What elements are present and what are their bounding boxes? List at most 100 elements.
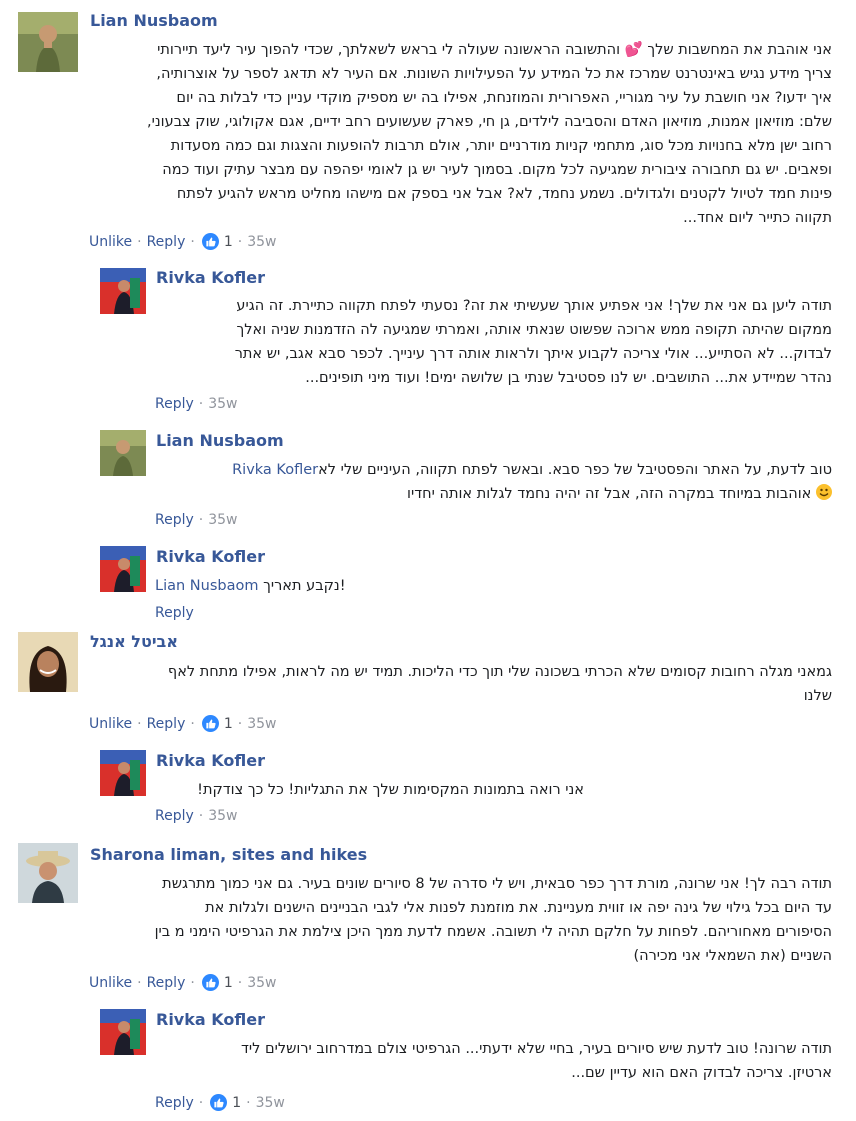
comment-text: Lian Nusbaom נקבע תאריך! — [155, 574, 415, 598]
avatar[interactable] — [100, 268, 146, 314]
avatar-lian — [100, 430, 146, 476]
avatar-rivka — [100, 1009, 146, 1055]
reply-link[interactable]: Reply — [155, 605, 194, 621]
comment-line: עד היום בכל גילוי של גינה יפה או זווית מ… — [205, 900, 832, 916]
unlike-link[interactable]: Unlike — [89, 234, 132, 250]
avatar[interactable] — [100, 750, 146, 796]
avatar[interactable] — [18, 12, 78, 72]
comment-actions: Reply · 35w — [155, 808, 238, 824]
reply-link[interactable]: Reply — [155, 396, 194, 412]
mention-link[interactable]: Lian Nusbaom — [155, 578, 258, 594]
comment-line: Lian Nusbaom נקבע תאריך! — [155, 574, 415, 598]
unlike-link[interactable]: Unlike — [89, 716, 132, 732]
actions-clip: Reply — [150, 600, 350, 622]
comment-line: טוב לדעת, על האתר והפסטיבל של כפר סבא. ו… — [152, 458, 832, 482]
avatar-lian — [18, 12, 78, 72]
comment-line: ארטיזן. צריכה לבדוק האם הוא עדיין שם... — [571, 1065, 832, 1081]
comment-line: איך ידעו? אני חושבת על עיר מגוריי, האפרו… — [176, 90, 832, 106]
unlike-link[interactable]: Unlike — [89, 975, 132, 991]
comment-line: הסיפורים מאחוריהם. לפחות על חלקם תהיה לי… — [154, 924, 832, 940]
timestamp[interactable]: 35w — [208, 512, 237, 528]
comment-actions: Reply — [155, 605, 194, 621]
avatar-rivka — [100, 546, 146, 592]
comment-line: אני אוהבת את המחשבות שלך 💕 והתשובה הראשו… — [157, 42, 832, 58]
comment-line: צריך מידע נגיש באינטרנט שמרכז את כל המיד… — [156, 66, 832, 82]
comment-line: תודה שרונה! טוב לדעת שיש סיורים בעיר, בח… — [240, 1041, 832, 1057]
avatar[interactable] — [100, 1009, 146, 1055]
author-name[interactable]: Lian Nusbaom — [90, 11, 218, 30]
avatar-avital — [18, 632, 78, 692]
comment-line: ופאבים. יש גם תחבורה ציבורית שמגיעה לכל … — [162, 162, 832, 178]
author-name[interactable]: Sharona liman, sites and hikes — [90, 845, 367, 864]
comment-text: תודה רבה לך! אני שרונה, מורת דרך כפר סבא… — [88, 872, 832, 968]
comment-text: תודה שרונה! טוב לדעת שיש סיורים בעיר, בח… — [152, 1037, 832, 1085]
reaction-count[interactable]: 1 — [201, 715, 233, 732]
author-name[interactable]: אביטל אנגל — [90, 632, 178, 651]
like-count: 1 — [223, 233, 233, 250]
comment-line: שלנו — [803, 688, 832, 704]
like-count: 1 — [223, 974, 233, 991]
comment-actions: Unlike · Reply · 1 · 35w — [89, 715, 277, 732]
comment-text: טוב לדעת, על האתר והפסטיבל של כפר סבא. ו… — [152, 458, 832, 506]
comment-line: תודה רבה לך! אני שרונה, מורת דרך כפר סבא… — [162, 876, 832, 892]
reaction-count[interactable]: 1 — [201, 233, 233, 250]
reply-link[interactable]: Reply — [155, 808, 194, 824]
author-name[interactable]: Rivka Kofler — [156, 751, 265, 770]
like-count: 1 — [232, 1094, 242, 1111]
timestamp[interactable]: 35w — [247, 975, 276, 991]
comment-line: שלם: מוזיאון אמנות, מוזיאון האדם והסביבה… — [147, 114, 832, 130]
like-count: 1 — [223, 715, 233, 732]
comment-line: רחוב ישן מלא בחנויות מכל סוג, מתחמי קניו… — [170, 138, 832, 154]
reply-link[interactable]: Reply — [155, 1095, 194, 1111]
comment-line: אוהבות במיוחד במקרה הזה, אבל זה יהיה נחמ… — [152, 482, 832, 506]
like-thumb-icon — [201, 233, 219, 250]
timestamp[interactable]: 35w — [247, 234, 276, 250]
reply-link[interactable]: Reply — [147, 975, 186, 991]
reply-link[interactable]: Reply — [155, 512, 194, 528]
author-name[interactable]: Rivka Kofler — [156, 268, 265, 287]
like-thumb-icon — [201, 715, 219, 732]
timestamp[interactable]: 35w — [208, 396, 237, 412]
reply-link[interactable]: Reply — [147, 234, 186, 250]
comment-line: גמאני מגלה רחובות קסומים שלא הכרתי בשכונ… — [167, 664, 832, 680]
comment-actions: Unlike · Reply · 1 · 35w — [89, 233, 277, 250]
avatar[interactable] — [100, 546, 146, 592]
avatar-rivka — [100, 750, 146, 796]
comment-text: תודה ליען גם אני את שלך! אני אפתיע אותך … — [152, 294, 832, 390]
comment-line: לבדוק... לא הסתייע... אולי צריכה לקבוע א… — [234, 346, 832, 362]
avatar-rivka — [100, 268, 146, 314]
comment-actions: Reply · 35w — [155, 396, 238, 412]
comment-line: פינות חמד לטיול לקטנים ולגדולים. נשמע נח… — [176, 186, 832, 202]
comment-text-part: טוב לדעת, על האתר והפסטיבל של כפר סבא. ו… — [318, 462, 832, 478]
reply-link[interactable]: Reply — [147, 716, 186, 732]
avatar[interactable] — [18, 632, 78, 692]
comment-text: גמאני מגלה רחובות קסומים שלא הכרתי בשכונ… — [88, 660, 832, 708]
timestamp[interactable]: 35w — [256, 1095, 285, 1111]
comment-actions: Unlike · Reply · 1 · 35w — [89, 974, 277, 991]
timestamp[interactable]: 35w — [208, 808, 237, 824]
mention-link[interactable]: Rivka Kofler — [232, 462, 318, 478]
reaction-count[interactable]: 1 — [201, 974, 233, 991]
timestamp[interactable]: 35w — [247, 716, 276, 732]
comment-line: אני רואה בתמונות המקסימות שלך את התגליות… — [197, 782, 584, 798]
smile-emoji-icon — [816, 484, 832, 500]
comment-line: השניים (את השמאלי אני מכירה) — [633, 948, 832, 964]
like-thumb-icon — [210, 1094, 228, 1111]
avatar[interactable] — [18, 843, 78, 903]
avatar-sharona — [18, 843, 78, 903]
avatar[interactable] — [100, 430, 146, 476]
comment-actions: Reply · 35w — [155, 512, 238, 528]
comment-text: אני אוהבת את המחשבות שלך 💕 והתשובה הראשו… — [88, 38, 832, 230]
author-name[interactable]: Rivka Kofler — [156, 547, 265, 566]
comment-actions: Reply · 1 · 35w — [155, 1094, 285, 1111]
comment-line: ממקום שהיתה תקופה ממש ארוכה שפשוט שנאתי … — [236, 322, 832, 338]
reaction-count[interactable]: 1 — [210, 1094, 241, 1111]
author-name[interactable]: Lian Nusbaom — [156, 431, 284, 450]
comment-line: נהדר שמיידע את... התושבים. יש לנו פסטיבל… — [305, 370, 832, 386]
comment-line: תודה ליען גם אני את שלך! אני אפתיע אותך … — [236, 298, 832, 314]
comment-text-part: נקבע תאריך! — [258, 578, 346, 594]
like-thumb-icon — [201, 974, 219, 991]
comment-line: תקווה כתייר ליום אחד... — [683, 210, 832, 226]
comment-text: אני רואה בתמונות המקסימות שלך את התגליות… — [152, 778, 584, 802]
author-name[interactable]: Rivka Kofler — [156, 1010, 265, 1029]
